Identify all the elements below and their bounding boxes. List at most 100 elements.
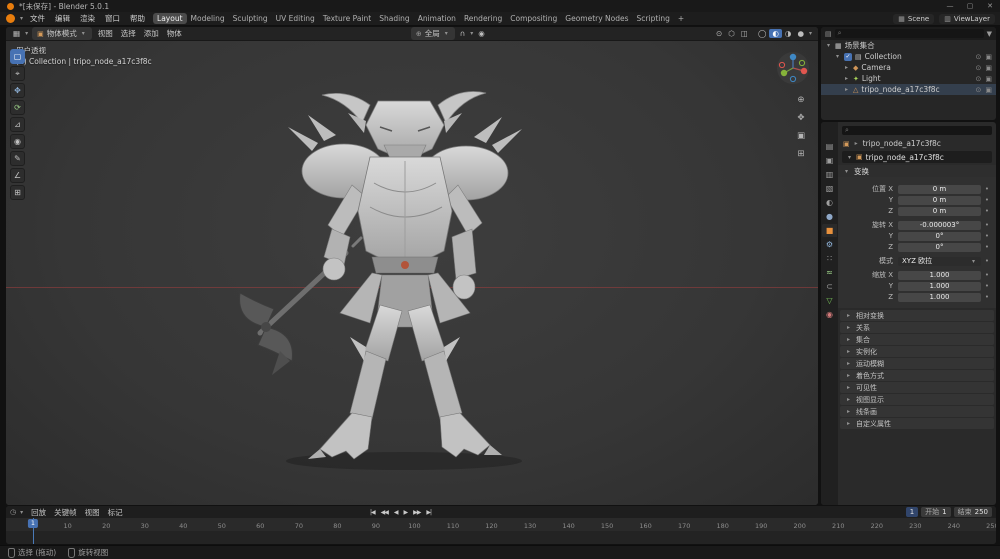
view-layer-selector[interactable]: ▥ ViewLayer [939, 14, 995, 24]
collapse-icon[interactable]: ▾ [825, 42, 832, 49]
play-reverse-button[interactable]: ◀ [392, 509, 400, 516]
scene-selector[interactable]: ▦ Scene [893, 14, 934, 24]
tab-constraints-icon[interactable]: ⊂ [822, 280, 837, 293]
properties-panel-header[interactable]: ▸运动模糊 [840, 358, 994, 369]
tab-particles-icon[interactable]: ∷ [822, 252, 837, 265]
properties-panel-header[interactable]: ▸着色方式 [840, 370, 994, 381]
tool-rotate[interactable]: ⟳ [10, 100, 25, 115]
outliner-row[interactable]: ▸△tripo_node_a17c3f8c⊙▣ [821, 84, 996, 95]
tab-output-icon[interactable]: ▥ [822, 168, 837, 181]
add-workspace-button[interactable]: + [674, 14, 688, 23]
tool-add-cube[interactable]: ⊞ [10, 185, 25, 200]
eye-icon[interactable]: ⊙ [976, 86, 982, 94]
toggle-ortho-icon[interactable]: ⊞ [797, 149, 805, 159]
tool-move[interactable]: ✥ [10, 83, 25, 98]
outliner-search-input[interactable]: ⌕ [835, 29, 984, 38]
animate-decorator-icon[interactable]: • [981, 221, 993, 229]
tab-object-icon[interactable]: ■ [822, 224, 837, 237]
transform-value-field[interactable]: 0° [898, 243, 981, 252]
outliner-row[interactable]: ▸◆Camera⊙▣ [821, 62, 996, 73]
topbar-menu-item[interactable]: 渲染 [75, 13, 100, 24]
eye-icon[interactable]: ⊙ [976, 75, 982, 83]
tab-tool-icon[interactable]: ▤ [822, 140, 837, 153]
animate-decorator-icon[interactable]: • [981, 232, 993, 240]
camera-visibility-icon[interactable]: ▣ [985, 53, 992, 61]
transform-value-field[interactable]: 0 m [898, 207, 981, 216]
xray-icon[interactable]: ◫ [738, 29, 751, 38]
workspace-tab[interactable]: Shading [375, 13, 413, 24]
expand-icon[interactable]: ▸ [843, 75, 850, 82]
properties-panel-header[interactable]: ▸自定义属性 [840, 418, 994, 429]
outliner-editor-icon[interactable]: ▤ [825, 30, 832, 38]
timeline-menu-item[interactable]: 标记 [104, 507, 127, 518]
tool-scale[interactable]: ⊿ [10, 117, 25, 132]
transform-value-field[interactable]: 1.000 [898, 271, 981, 280]
tab-modifiers-icon[interactable]: ⚙ [822, 238, 837, 251]
jump-to-end-button[interactable]: ▶| [424, 509, 433, 516]
tab-material-icon[interactable]: ◉ [822, 308, 837, 321]
tab-data-icon[interactable]: ▽ [822, 294, 837, 307]
properties-panel-header[interactable]: ▸线条画 [840, 406, 994, 417]
shading-wireframe-icon[interactable]: ◯ [755, 29, 769, 38]
camera-visibility-icon[interactable]: ▣ [985, 64, 992, 72]
animate-decorator-icon[interactable]: • [981, 207, 993, 215]
workspace-tab[interactable]: Layout [153, 13, 187, 24]
jump-to-start-button[interactable]: |◀ [368, 509, 377, 516]
workspace-tab[interactable]: Sculpting [229, 13, 272, 24]
workspace-tab[interactable]: Geometry Nodes [561, 13, 632, 24]
topbar-menu-item[interactable]: 编辑 [50, 13, 75, 24]
outliner-row[interactable]: ▸✦Light⊙▣ [821, 73, 996, 84]
eye-icon[interactable]: ⊙ [976, 64, 982, 72]
proportional-editing-icon[interactable]: ◉ [475, 29, 488, 38]
animate-decorator-icon[interactable]: • [981, 243, 993, 251]
expand-icon[interactable]: ▸ [843, 86, 850, 93]
prev-keyframe-button[interactable]: ◀◀ [379, 509, 390, 516]
tool-cursor[interactable]: ⌖ [10, 66, 25, 81]
timeline-editor-icon[interactable]: ◷ [10, 508, 16, 516]
transform-value-field[interactable]: 0 m [898, 185, 981, 194]
outliner-row[interactable]: ▾▦场景集合 [821, 40, 996, 51]
overlays-icon[interactable]: ⬡ [725, 29, 738, 38]
workspace-tab[interactable]: Modeling [187, 13, 229, 24]
tab-physics-icon[interactable]: ≈ [822, 266, 837, 279]
transform-panel-header[interactable]: ▾ 变换 [838, 165, 996, 177]
tab-view-layer-icon[interactable]: ▧ [822, 182, 837, 195]
tool-select-box[interactable]: ▢ [10, 49, 25, 64]
properties-panel-header[interactable]: ▸关系 [840, 322, 994, 333]
tab-scene-icon[interactable]: ◐ [822, 196, 837, 209]
viewport-menu-item[interactable]: 视图 [94, 28, 117, 39]
camera-visibility-icon[interactable]: ▣ [985, 86, 992, 94]
object-name-field[interactable]: ▾ ▣ tripo_node_a17c3f8c [842, 151, 992, 163]
tab-render-icon[interactable]: ▣ [822, 154, 837, 167]
shading-material-icon[interactable]: ◑ [782, 29, 795, 38]
viewport-menu-item[interactable]: 添加 [140, 28, 163, 39]
workspace-tab[interactable]: Texture Paint [319, 13, 375, 24]
current-frame-field[interactable]: 1 [906, 507, 918, 517]
topbar-menu-item[interactable]: 帮助 [125, 13, 150, 24]
editor-type-icon[interactable]: ▦ [10, 29, 23, 38]
tool-transform[interactable]: ◉ [10, 134, 25, 149]
topbar-menu-item[interactable]: 窗口 [100, 13, 125, 24]
timeline-track[interactable] [6, 531, 996, 544]
eye-icon[interactable]: ⊙ [976, 53, 982, 61]
properties-search-input[interactable]: ⌕ [842, 126, 992, 135]
workspace-tab[interactable]: Compositing [506, 13, 561, 24]
viewport-menu-item[interactable]: 选择 [117, 28, 140, 39]
collection-checkbox[interactable]: ✓ [844, 53, 852, 61]
filter-icon[interactable]: ▼ [987, 30, 992, 38]
transform-value-field[interactable]: 0° [898, 232, 981, 241]
topbar-menu-item[interactable]: 文件 [25, 13, 50, 24]
collapse-icon[interactable]: ▾ [834, 53, 841, 60]
expand-icon[interactable]: ▸ [843, 64, 850, 71]
zoom-icon[interactable]: ⊕ [797, 95, 805, 105]
animate-decorator-icon[interactable]: • [981, 257, 993, 265]
mode-selector[interactable]: ▣ 物体模式 ▾ [32, 27, 92, 40]
viewport-menu-item[interactable]: 物体 [163, 28, 186, 39]
tool-measure[interactable]: ∠ [10, 168, 25, 183]
minimize-button[interactable]: — [940, 2, 960, 10]
timeline-menu-item[interactable]: 关键帧 [50, 507, 81, 518]
animate-decorator-icon[interactable]: • [981, 293, 993, 301]
timeline-menu-item[interactable]: 视图 [81, 507, 104, 518]
transform-value-field[interactable]: 1.000 [898, 293, 981, 302]
transform-value-field[interactable]: -0.000003° [898, 221, 981, 230]
